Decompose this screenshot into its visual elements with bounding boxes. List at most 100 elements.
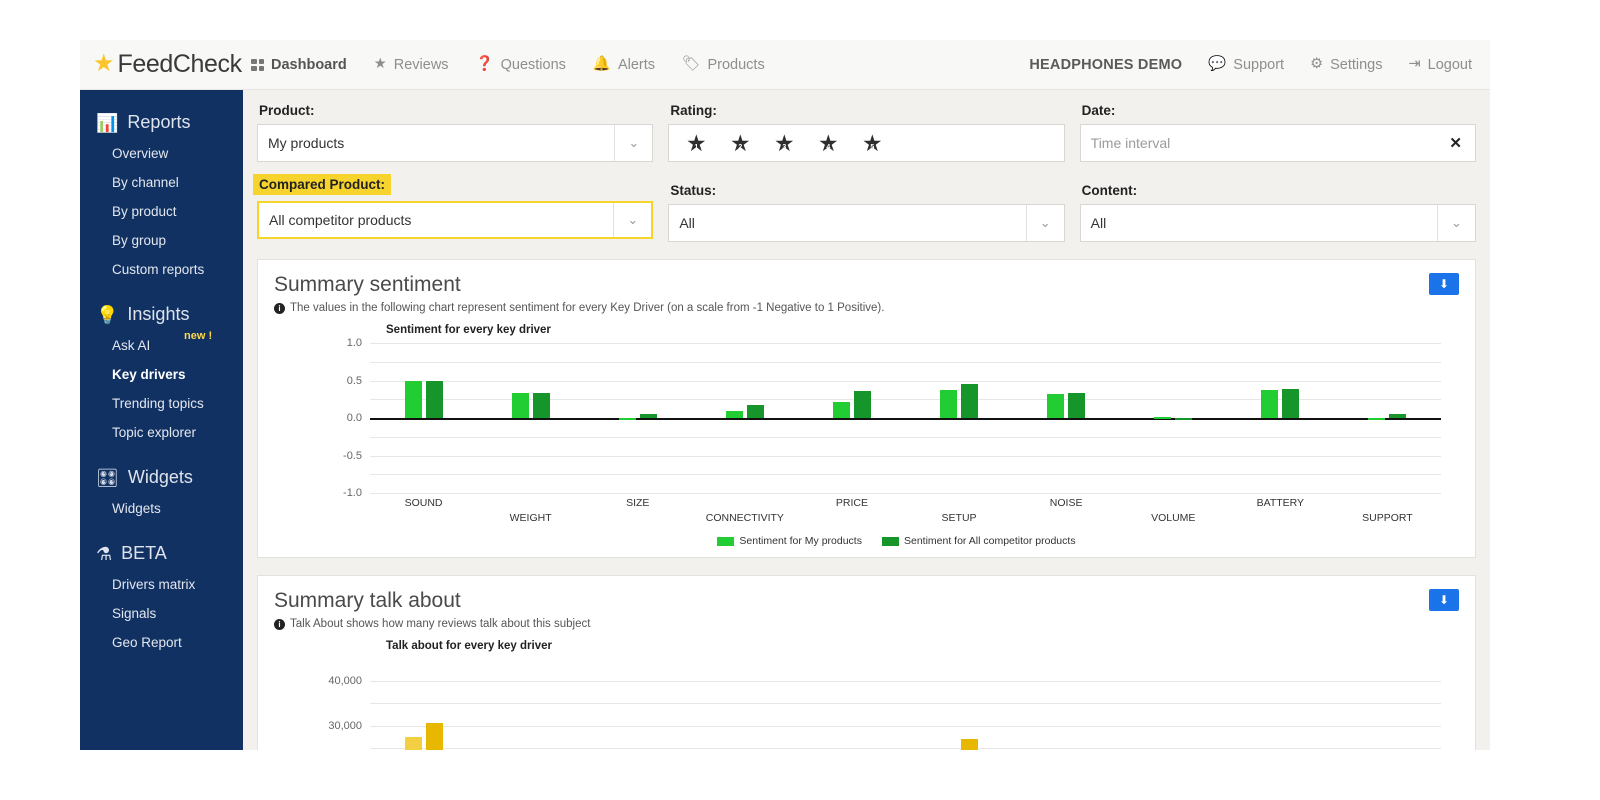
bar[interactable] <box>618 418 636 420</box>
x-tick-label: SUPPORT <box>1362 512 1413 524</box>
bar[interactable] <box>404 736 422 750</box>
sidebar-item-drivers-matrix[interactable]: Drivers matrix <box>80 570 243 599</box>
bar-group <box>477 343 584 493</box>
nav-item-reviews[interactable]: ★ Reviews <box>374 57 449 73</box>
nav-item-alerts[interactable]: 🔔 Alerts <box>593 57 655 73</box>
sidebar-item-overview[interactable]: Overview <box>80 139 243 168</box>
content-select[interactable]: All ⌄ <box>1079 204 1476 242</box>
card-note: i The values in the following chart repr… <box>274 302 1459 314</box>
sidebar-item-ask-ai[interactable]: Ask AI new ! <box>80 330 243 360</box>
download-button[interactable]: ⬇ <box>1429 589 1459 611</box>
bar[interactable] <box>1282 388 1300 418</box>
bar[interactable] <box>746 405 764 418</box>
tag-icon: 🏷 <box>682 56 701 73</box>
bar-group <box>1227 659 1334 750</box>
nav-item-products[interactable]: 🏷 Products <box>682 57 765 73</box>
sidebar-group-insights[interactable]: 💡 Insights <box>80 298 243 331</box>
bar[interactable] <box>940 389 958 418</box>
bar[interactable] <box>425 380 443 418</box>
product-select[interactable]: My products ⌄ <box>257 124 654 162</box>
date-input-placeholder: Time interval <box>1090 135 1171 151</box>
date-input-wrap[interactable]: Time interval ✕ <box>1079 124 1476 162</box>
x-tick-label: WEIGHT <box>509 512 552 524</box>
compared-product-select[interactable]: All competitor products ⌄ <box>257 201 654 239</box>
bar[interactable] <box>425 723 443 750</box>
sidebar-item-trending-topics[interactable]: Trending topics <box>80 389 243 418</box>
filter-column-product: Product: My products ⌄ Compared Product:… <box>253 100 654 242</box>
bar[interactable] <box>1261 389 1279 418</box>
chevron-down-icon[interactable]: ⌄ <box>614 125 652 161</box>
bar[interactable] <box>1175 418 1193 420</box>
sidebar-group-widgets[interactable]: 🎛 Widgets <box>80 461 243 494</box>
sidebar-item-widgets[interactable]: Widgets <box>80 494 243 523</box>
y-tick-label: -0.5 <box>343 449 362 462</box>
bar[interactable] <box>511 392 529 418</box>
bar[interactable] <box>532 393 550 418</box>
nav-item-settings[interactable]: ⚙ Settings <box>1310 57 1382 73</box>
bar-group <box>1120 343 1227 493</box>
bar[interactable] <box>961 384 979 418</box>
rating-selector[interactable]: ★ 1 ★ 2 ★ 3 ★ 4 ★ 5 <box>668 124 1065 162</box>
star-1-icon[interactable]: ★ 1 <box>685 132 707 155</box>
x-tick-label: BATTERY <box>1256 497 1305 509</box>
sidebar-item-custom-reports[interactable]: Custom reports <box>80 255 243 284</box>
bar-group <box>798 659 905 750</box>
summary-sentiment-card: Summary sentiment i The values in the fo… <box>257 259 1476 558</box>
nav-label: Dashboard <box>271 56 347 73</box>
star-5-icon[interactable]: ★ 5 <box>861 132 883 155</box>
bar[interactable] <box>1368 418 1386 421</box>
nav-item-support[interactable]: 💬 Support <box>1208 57 1284 73</box>
chevron-down-icon[interactable]: ⌄ <box>1436 205 1475 241</box>
bar[interactable] <box>853 391 871 418</box>
bar[interactable] <box>832 402 850 418</box>
bar[interactable] <box>961 739 979 750</box>
star-3-icon[interactable]: ★ 3 <box>773 132 795 155</box>
bar-group <box>905 659 1012 750</box>
bar-group <box>1334 343 1441 493</box>
nav-item-questions[interactable]: ❓ Questions <box>476 57 566 73</box>
nav-label: Support <box>1233 56 1285 73</box>
grid-icon <box>251 58 264 71</box>
sidebar-group-reports[interactable]: 📊 Reports <box>80 106 243 139</box>
bar[interactable] <box>1154 417 1172 420</box>
star-4-icon[interactable]: ★ 4 <box>817 132 839 155</box>
close-icon[interactable]: ✕ <box>1449 134 1462 152</box>
bar[interactable] <box>1389 414 1407 418</box>
bar-group <box>370 343 477 493</box>
nav-item-dashboard[interactable]: Dashboard <box>251 57 347 73</box>
sidebar-item-by-channel[interactable]: By channel <box>80 168 243 197</box>
account-nav: HEADPHONES DEMO 💬 Support ⚙ Settings ⇥ L… <box>1029 40 1472 89</box>
nav-item-logout[interactable]: ⇥ Logout <box>1408 57 1472 73</box>
bar-group <box>691 343 798 493</box>
bar[interactable] <box>725 410 743 418</box>
compared-product-filter-label: Compared Product: <box>253 174 392 195</box>
chevron-down-icon[interactable]: ⌄ <box>613 203 651 237</box>
bar[interactable] <box>1047 394 1065 418</box>
sidebar-item-geo-report[interactable]: Geo Report <box>80 628 243 657</box>
bar-group <box>584 659 691 750</box>
star-2-icon[interactable]: ★ 2 <box>729 132 751 155</box>
bar[interactable] <box>1068 393 1086 418</box>
bar[interactable] <box>404 380 422 418</box>
sidebar-item-signals[interactable]: Signals <box>80 599 243 628</box>
chevron-down-icon[interactable]: ⌄ <box>1025 205 1064 241</box>
bar[interactable] <box>639 413 657 418</box>
legend-item[interactable]: Sentiment for All competitor products <box>881 535 1076 547</box>
legend-item[interactable]: Sentiment for My products <box>717 535 862 547</box>
filter-column-date: Date: Time interval ✕ Content: All ⌄ <box>1079 100 1476 242</box>
sidebar-item-by-group[interactable]: By group <box>80 226 243 255</box>
status-select[interactable]: All ⌄ <box>668 204 1065 242</box>
sidebar-item-by-product[interactable]: By product <box>80 197 243 226</box>
sidebar-item-topic-explorer[interactable]: Topic explorer <box>80 418 243 447</box>
download-button[interactable]: ⬇ <box>1429 273 1459 295</box>
info-icon: i <box>274 619 285 630</box>
sentiment-chart: Sentiment for every key driver 1.0 0.5 0.0… <box>274 324 1459 547</box>
x-tick-label: CONNECTIVITY <box>705 512 784 524</box>
bar-group <box>1227 343 1334 493</box>
sidebar-group-beta[interactable]: ⚗ BETA <box>80 537 243 570</box>
brand-logo[interactable]: ★ FeedCheck <box>80 50 243 79</box>
sidebar-item-key-drivers[interactable]: Key drivers <box>80 360 243 389</box>
bar-group <box>905 343 1012 493</box>
lightbulb-icon: 💡 <box>96 304 119 325</box>
